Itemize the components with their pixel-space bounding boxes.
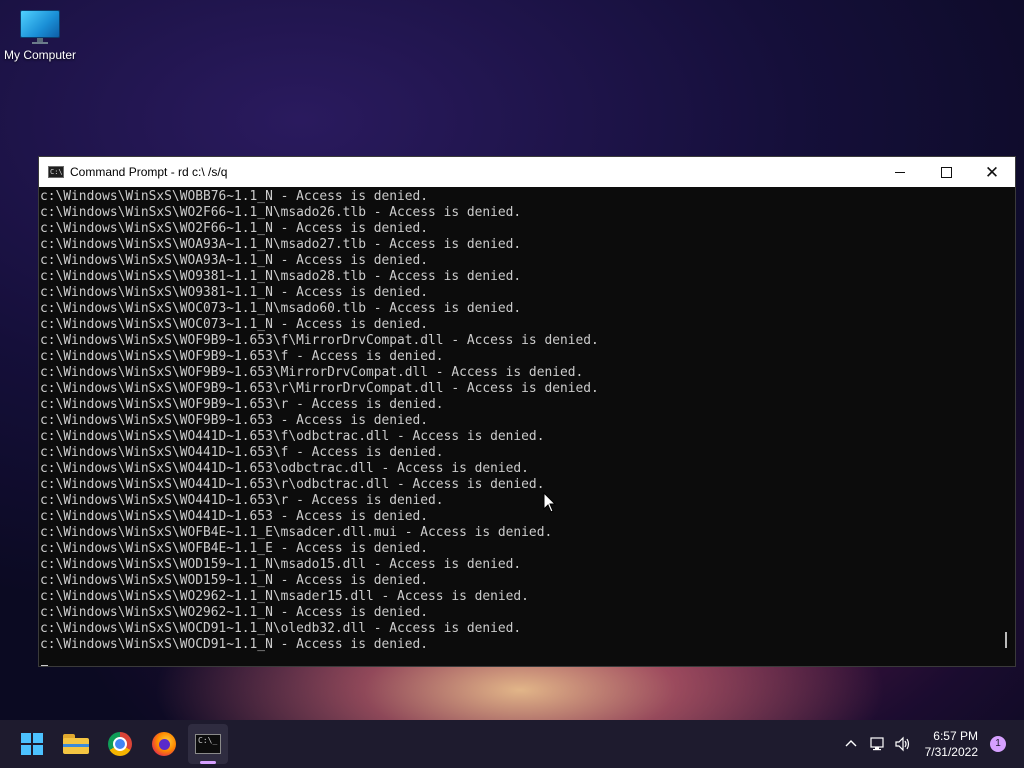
console-line: c:\Windows\WinSxS\WOC073~1.1_N\msado60.t… [40,301,522,316]
console-line: c:\Windows\WinSxS\WO2F66~1.1_N - Access … [40,221,429,236]
console-line: c:\Windows\WinSxS\WO2962~1.1_N - Access … [40,605,429,620]
mouse-cursor-icon [543,492,557,513]
console-line: c:\Windows\WinSxS\WOA93A~1.1_N\msado27.t… [40,237,522,252]
console-line: c:\Windows\WinSxS\WOD159~1.1_N\msado15.d… [40,557,522,572]
console-line: c:\Windows\WinSxS\WO441D~1.653\odbctrac.… [40,461,529,476]
volume-icon[interactable] [891,732,915,756]
console-line: c:\Windows\WinSxS\WO441D~1.653 - Access … [40,509,429,524]
taskbar-firefox[interactable] [144,724,184,764]
chrome-icon [108,732,132,756]
clock[interactable]: 6:57 PM 7/31/2022 [925,728,978,760]
chevron-up-icon[interactable] [839,732,863,756]
desktop-icon-label: My Computer [3,48,77,62]
clock-date: 7/31/2022 [924,745,978,759]
system-tray: 6:57 PM 7/31/2022 1 [839,720,1024,768]
console-line: c:\Windows\WinSxS\WOA93A~1.1_N - Access … [40,253,429,268]
console-line: c:\Windows\WinSxS\WOC073~1.1_N - Access … [40,317,429,332]
network-icon[interactable] [865,732,889,756]
console-line: c:\Windows\WinSxS\WOCD91~1.1_N\oledb32.d… [40,621,522,636]
console-line: c:\Windows\WinSxS\WO9381~1.1_N - Access … [40,285,429,300]
cmd-app-icon: C:\ [48,166,64,178]
console-line: c:\Windows\WinSxS\WOF9B9~1.653\MirrorDrv… [40,365,584,380]
console-line: c:\Windows\WinSxS\WO9381~1.1_N\msado28.t… [40,269,522,284]
console-line: c:\Windows\WinSxS\WO441D~1.653\r\odbctra… [40,477,545,492]
window-title: Command Prompt - rd c:\ /s/q [70,165,228,179]
console-line: c:\Windows\WinSxS\WO441D~1.653\f - Acces… [40,445,444,460]
console-line: c:\Windows\WinSxS\WOFB4E~1.1_E - Access … [40,541,429,556]
text-caret [41,665,48,666]
cmd-icon: C:\_ [195,734,221,754]
console-line: c:\Windows\WinSxS\WOBB76~1.1_N - Access … [40,189,429,204]
taskbar-chrome[interactable] [100,724,140,764]
console-line: c:\Windows\WinSxS\WO441D~1.653\f\odbctra… [40,429,545,444]
maximize-icon [940,166,952,178]
notification-badge[interactable]: 1 [990,736,1006,752]
console-prompt-line [40,653,997,666]
minimize-button[interactable] [877,157,923,187]
console-line: c:\Windows\WinSxS\WOF9B9~1.653\f\MirrorD… [40,333,599,348]
firefox-icon [152,732,176,756]
console-output[interactable]: c:\Windows\WinSxS\WOBB76~1.1_N - Access … [39,187,997,666]
taskbar-command-prompt[interactable]: C:\_ [188,724,228,764]
start-button[interactable] [12,724,52,764]
window-titlebar[interactable]: C:\ Command Prompt - rd c:\ /s/q ✕ [39,157,1015,187]
vertical-scrollbar[interactable] [997,187,1015,666]
taskbar-file-explorer[interactable] [56,724,96,764]
close-button[interactable]: ✕ [969,157,1015,187]
console-line: c:\Windows\WinSxS\WOF9B9~1.653\r\MirrorD… [40,381,599,396]
console-line: c:\Windows\WinSxS\WOD159~1.1_N - Access … [40,573,429,588]
console-line: c:\Windows\WinSxS\WOCD91~1.1_N - Access … [40,637,429,652]
minimize-icon [895,171,905,173]
maximize-button[interactable] [923,157,969,187]
console-line: c:\Windows\WinSxS\WOFB4E~1.1_E\msadcer.d… [40,525,553,540]
console-line: c:\Windows\WinSxS\WOF9B9~1.653 - Access … [40,413,429,428]
console-line: c:\Windows\WinSxS\WO441D~1.653\r - Acces… [40,493,444,508]
console-line: c:\Windows\WinSxS\WO2F66~1.1_N\msado26.t… [40,205,522,220]
console-line: c:\Windows\WinSxS\WOF9B9~1.653\f - Acces… [40,349,444,364]
desktop-icon-my-computer[interactable]: My Computer [0,8,80,62]
scrollbar-thumb[interactable] [1005,632,1007,648]
windows-start-icon [21,733,43,755]
console-line: c:\Windows\WinSxS\WO2962~1.1_N\msader15.… [40,589,529,604]
console-line: c:\Windows\WinSxS\WOF9B9~1.653\r - Acces… [40,397,444,412]
folder-icon [63,734,89,754]
taskbar: C:\_ 6:57 PM 7/31/2022 1 [0,720,1024,768]
clock-time: 6:57 PM [933,729,978,743]
close-icon: ✕ [984,162,1000,182]
computer-icon [20,10,60,44]
command-prompt-window[interactable]: C:\ Command Prompt - rd c:\ /s/q ✕ c:\Wi… [38,156,1016,667]
